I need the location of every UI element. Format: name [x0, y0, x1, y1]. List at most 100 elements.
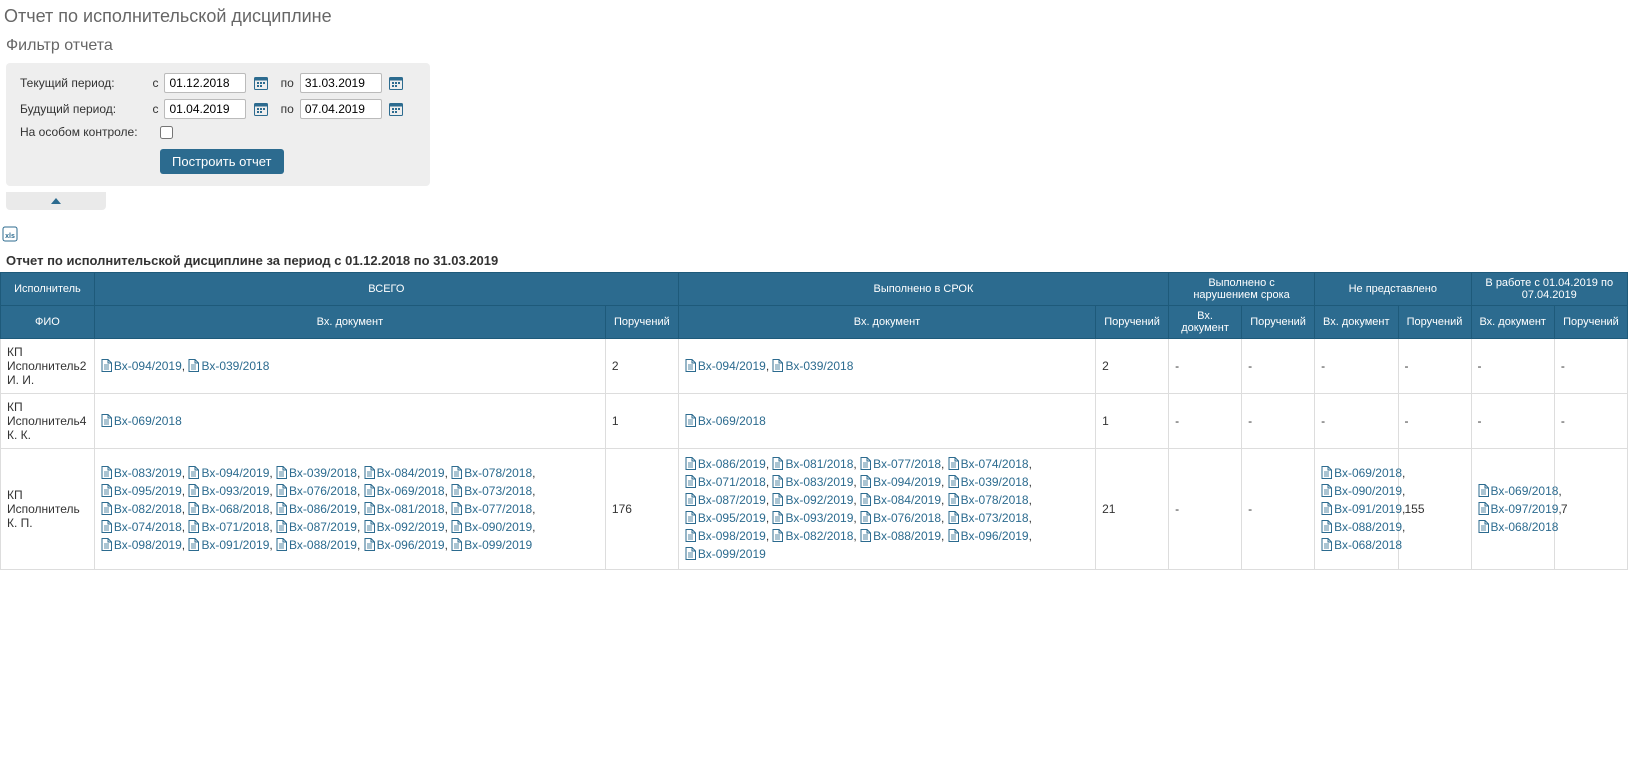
cell-notsubmitted-tasks: 155 — [1398, 449, 1471, 570]
document-link[interactable]: Вх-039/2018 — [772, 359, 853, 373]
document-link[interactable]: Вх-093/2019 — [188, 484, 269, 498]
document-link[interactable]: Вх-068/2018 — [1478, 520, 1559, 534]
document-link[interactable]: Вх-077/2018 — [451, 502, 532, 516]
document-link[interactable]: Вх-088/2019 — [276, 538, 357, 552]
document-link[interactable]: Вх-068/2018 — [1321, 538, 1402, 552]
header-doc: Вх. документ — [94, 306, 605, 339]
calendar-icon[interactable] — [252, 100, 268, 118]
document-link[interactable]: Вх-095/2019 — [685, 511, 766, 525]
header-total: ВСЕГО — [94, 273, 678, 306]
document-link[interactable]: Вх-091/2019 — [188, 538, 269, 552]
document-link[interactable]: Вх-084/2019 — [860, 493, 941, 507]
cell-inwork-docs: - — [1471, 394, 1554, 449]
document-link[interactable]: Вх-098/2019 — [685, 529, 766, 543]
document-link[interactable]: Вх-078/2018 — [948, 493, 1029, 507]
special-control-checkbox[interactable] — [160, 126, 173, 139]
document-link[interactable]: Вх-069/2018 — [364, 484, 445, 498]
cell-inwork-tasks: - — [1554, 394, 1627, 449]
document-link[interactable]: Вх-090/2019 — [451, 520, 532, 534]
document-link[interactable]: Вх-081/2018 — [772, 457, 853, 471]
document-link[interactable]: Вх-094/2019 — [101, 359, 182, 373]
document-link[interactable]: Вх-099/2019 — [451, 538, 532, 552]
document-link[interactable]: Вх-088/2019 — [860, 529, 941, 543]
document-link[interactable]: Вх-096/2019 — [364, 538, 445, 552]
document-link[interactable]: Вх-084/2019 — [364, 466, 445, 480]
header-inwork: В работе с 01.04.2019 по 07.04.2019 — [1471, 273, 1628, 306]
document-link[interactable]: Вх-098/2019 — [101, 538, 182, 552]
document-link[interactable]: Вх-094/2019 — [685, 359, 766, 373]
document-link[interactable]: Вх-073/2018 — [948, 511, 1029, 525]
header-tasks: Поручений — [1398, 306, 1471, 339]
collapse-filter-button[interactable] — [6, 192, 106, 210]
document-link[interactable]: Вх-073/2018 — [451, 484, 532, 498]
current-to-input[interactable] — [300, 73, 382, 93]
document-link[interactable]: Вх-097/2019 — [1478, 502, 1559, 516]
document-link[interactable]: Вх-069/2018 — [101, 414, 182, 428]
document-link[interactable]: Вх-093/2019 — [772, 511, 853, 525]
document-link[interactable]: Вх-082/2018 — [772, 529, 853, 543]
document-link[interactable]: Вх-091/2019 — [1321, 502, 1402, 516]
header-doc: Вх. документ — [678, 306, 1095, 339]
future-to-input[interactable] — [300, 99, 382, 119]
report-title: Отчет по исполнительской дисциплине за п… — [0, 249, 1628, 272]
cell-late-tasks: - — [1242, 449, 1315, 570]
document-link[interactable]: Вх-074/2018 — [948, 457, 1029, 471]
document-link[interactable]: Вх-071/2018 — [685, 475, 766, 489]
calendar-icon[interactable] — [388, 100, 404, 118]
document-link[interactable]: Вх-069/2018 — [685, 414, 766, 428]
cell-late-tasks: - — [1242, 339, 1315, 394]
cell-notsubmitted-docs: Вх-069/2018, Вх-090/2019, Вх-091/2019, В… — [1315, 449, 1398, 570]
table-row: КП Исполнитель4 К. К.Вх-069/20181Вх-069/… — [1, 394, 1628, 449]
document-link[interactable]: Вх-071/2018 — [188, 520, 269, 534]
document-link[interactable]: Вх-094/2019 — [188, 466, 269, 480]
header-tasks: Поручений — [605, 306, 678, 339]
document-link[interactable]: Вх-078/2018 — [451, 466, 532, 480]
filter-panel: Текущий период: с по Будущий период: с п… — [6, 63, 430, 186]
document-link[interactable]: Вх-069/2018 — [1321, 466, 1402, 480]
document-link[interactable]: Вх-099/2019 — [685, 547, 766, 561]
header-doc: Вх. документ — [1169, 306, 1242, 339]
document-link[interactable]: Вх-092/2019 — [772, 493, 853, 507]
cell-notsubmitted-docs: - — [1315, 394, 1398, 449]
cell-notsubmitted-tasks: - — [1398, 339, 1471, 394]
document-link[interactable]: Вх-092/2019 — [364, 520, 445, 534]
document-link[interactable]: Вх-039/2018 — [276, 466, 357, 480]
cell-total-tasks: 176 — [605, 449, 678, 570]
document-link[interactable]: Вх-087/2019 — [685, 493, 766, 507]
document-link[interactable]: Вх-077/2018 — [860, 457, 941, 471]
document-link[interactable]: Вх-083/2019 — [772, 475, 853, 489]
document-link[interactable]: Вх-082/2018 — [101, 502, 182, 516]
future-from-input[interactable] — [164, 99, 246, 119]
document-link[interactable]: Вх-083/2019 — [101, 466, 182, 480]
from-label: с — [146, 76, 159, 90]
header-executor: Исполнитель — [1, 273, 95, 306]
document-link[interactable]: Вх-081/2018 — [364, 502, 445, 516]
document-link[interactable]: Вх-086/2019 — [276, 502, 357, 516]
document-link[interactable]: Вх-096/2019 — [948, 529, 1029, 543]
calendar-icon[interactable] — [252, 74, 268, 92]
document-link[interactable]: Вх-095/2019 — [101, 484, 182, 498]
cell-ontime-docs: Вх-086/2019, Вх-081/2018, Вх-077/2018, В… — [678, 449, 1095, 570]
calendar-icon[interactable] — [388, 74, 404, 92]
cell-late-docs: - — [1169, 394, 1242, 449]
cell-ontime-docs: Вх-094/2019, Вх-039/2018 — [678, 339, 1095, 394]
document-link[interactable]: Вх-068/2018 — [188, 502, 269, 516]
header-doc: Вх. документ — [1471, 306, 1554, 339]
document-link[interactable]: Вх-086/2019 — [685, 457, 766, 471]
current-period-label: Текущий период: — [20, 76, 146, 90]
document-link[interactable]: Вх-088/2019 — [1321, 520, 1402, 534]
document-link[interactable]: Вх-090/2019 — [1321, 484, 1402, 498]
current-from-input[interactable] — [164, 73, 246, 93]
build-report-button[interactable]: Построить отчет — [160, 149, 284, 174]
document-link[interactable]: Вх-087/2019 — [276, 520, 357, 534]
export-xls-icon[interactable]: xls — [2, 226, 18, 242]
document-link[interactable]: Вх-069/2018 — [1478, 484, 1559, 498]
document-link[interactable]: Вх-076/2018 — [860, 511, 941, 525]
chevron-up-icon — [51, 198, 61, 204]
document-link[interactable]: Вх-039/2018 — [948, 475, 1029, 489]
document-link[interactable]: Вх-039/2018 — [188, 359, 269, 373]
document-link[interactable]: Вх-094/2019 — [860, 475, 941, 489]
document-link[interactable]: Вх-076/2018 — [276, 484, 357, 498]
cell-late-tasks: - — [1242, 394, 1315, 449]
document-link[interactable]: Вх-074/2018 — [101, 520, 182, 534]
